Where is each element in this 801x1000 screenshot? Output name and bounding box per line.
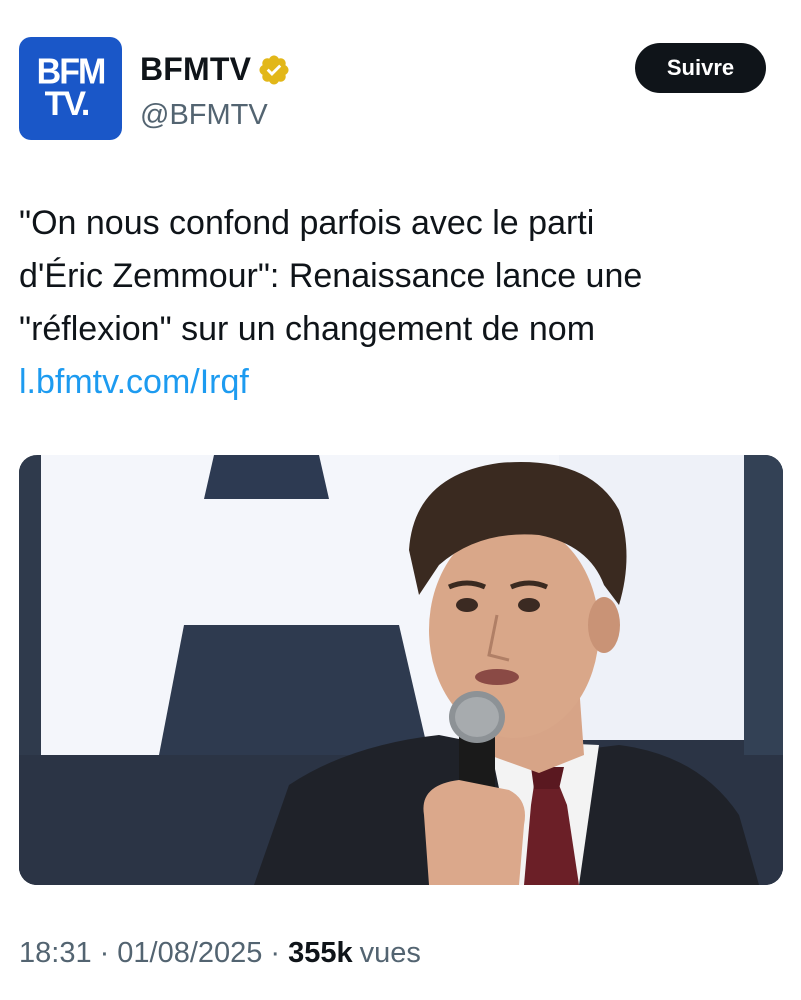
verified-badge-icon (257, 53, 291, 87)
account-handle[interactable]: @BFMTV (140, 99, 268, 132)
tweet-photo[interactable] (19, 455, 783, 885)
avatar-logo-line1: BFM (36, 51, 107, 92)
tweet-time[interactable]: 18:31 (19, 937, 92, 970)
avatar-logo-line2: TV. (44, 84, 91, 123)
tweet-link[interactable]: l.bfmtv.com/Irqf (19, 356, 779, 409)
meta-separator: · (270, 937, 281, 969)
tweet-text: "On nous confond parfois avec le parti d… (19, 197, 779, 409)
tweet-date[interactable]: 01/08/2025 (117, 937, 262, 970)
follow-button[interactable]: Suivre (635, 43, 766, 93)
avatar[interactable]: BFM TV. (19, 37, 122, 140)
meta-separator: · (99, 937, 110, 969)
tweet-meta: 18:31 · 01/08/2025 · 355k vues (19, 937, 421, 970)
tweet-header: BFM TV. BFMTV @BFMTV Suivre (19, 37, 769, 141)
photo-illustration (19, 455, 783, 885)
tweet-body: "On nous confond parfois avec le parti d… (19, 204, 643, 348)
name-row: BFMTV (140, 51, 291, 88)
display-name[interactable]: BFMTV (140, 51, 251, 88)
views-label: vues (359, 937, 421, 969)
views-count[interactable]: 355k (288, 937, 353, 970)
